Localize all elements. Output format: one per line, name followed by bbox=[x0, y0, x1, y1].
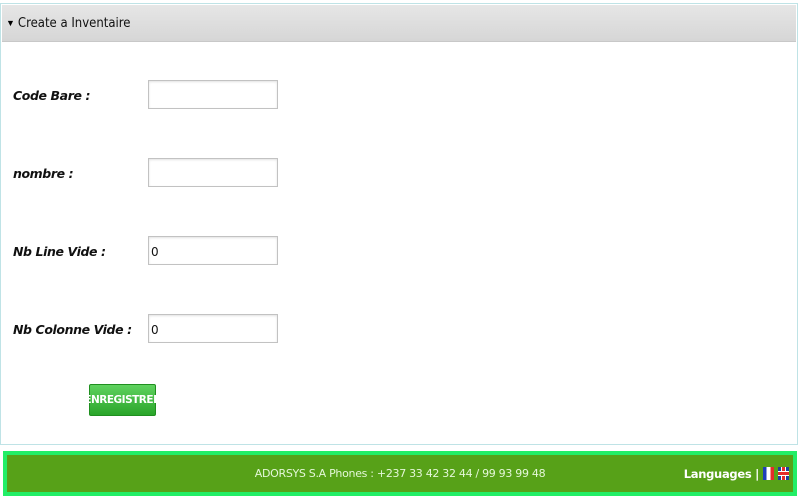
nombre-input[interactable] bbox=[148, 158, 278, 187]
code-bare-input[interactable] bbox=[148, 80, 278, 109]
languages-label: Languages | bbox=[683, 466, 760, 481]
nombre-label: nombre : bbox=[13, 166, 74, 181]
panel-title: Create a Inventaire bbox=[17, 15, 131, 31]
code-bare-label: Code Bare : bbox=[13, 88, 91, 103]
french-flag-icon[interactable] bbox=[763, 467, 774, 480]
nb-colonne-vide-label: Nb Colonne Vide : bbox=[13, 322, 132, 337]
triangle-down-icon[interactable]: ▼ bbox=[6, 18, 15, 28]
uk-flag-icon[interactable] bbox=[778, 467, 789, 480]
inventaire-panel: ▼ Create a Inventaire Code Bare : nombre… bbox=[0, 3, 798, 445]
panel-header[interactable]: ▼ Create a Inventaire bbox=[2, 5, 796, 42]
enregistrer-button[interactable]: ENREGISTRER bbox=[84, 384, 161, 416]
footer-contact: ADORSYS S.A Phones : +237 33 42 32 44 / … bbox=[254, 467, 546, 480]
nb-line-vide-label: Nb Line Vide : bbox=[13, 244, 106, 259]
nb-colonne-vide-input[interactable] bbox=[148, 314, 278, 343]
nb-line-vide-input[interactable] bbox=[148, 236, 278, 265]
languages-switcher: Languages | bbox=[684, 455, 789, 492]
footer: ADORSYS S.A Phones : +237 33 42 32 44 / … bbox=[3, 451, 797, 496]
